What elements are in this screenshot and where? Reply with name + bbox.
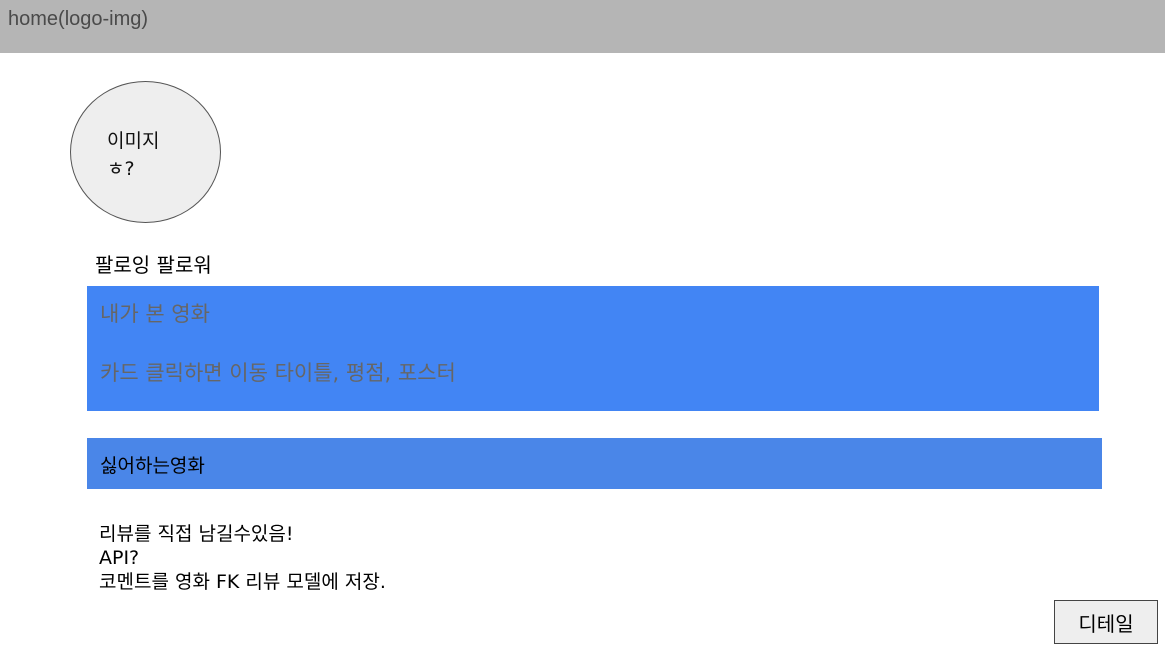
review-note-line: API? bbox=[99, 547, 140, 569]
review-note: 리뷰를 직접 남길수있음! API? 코멘트를 영화 FK 리뷰 모델에 저장. bbox=[99, 522, 386, 594]
watched-movies-description: 카드 클릭하면 이동 타이틀, 평점, 포스터 bbox=[100, 361, 456, 385]
avatar-placeholder-label: 이미지ㅎ? bbox=[107, 130, 160, 180]
detail-button[interactable]: 디테일 bbox=[1054, 600, 1158, 644]
disliked-movies-title: 싫어하는영화 bbox=[100, 455, 205, 477]
home-logo-link[interactable]: home(logo-img) bbox=[8, 8, 148, 31]
watched-movies-title: 내가 본 영화 bbox=[100, 302, 210, 326]
follow-stats[interactable]: 팔로잉 팔로워 bbox=[95, 249, 212, 278]
watched-movies-section[interactable]: 내가 본 영화 카드 클릭하면 이동 타이틀, 평점, 포스터 bbox=[87, 286, 1099, 411]
disliked-movies-section[interactable]: 싫어하는영화 bbox=[87, 438, 1102, 489]
avatar: 이미지ㅎ? bbox=[70, 81, 221, 223]
top-header-bar: home(logo-img) bbox=[0, 0, 1165, 53]
review-note-line: 리뷰를 직접 남길수있음! bbox=[99, 523, 294, 545]
review-note-line: 코멘트를 영화 FK 리뷰 모델에 저장. bbox=[99, 571, 386, 593]
profile-page: home(logo-img) 이미지ㅎ? 팔로잉 팔로워 내가 본 영화 카드 … bbox=[0, 0, 1165, 651]
